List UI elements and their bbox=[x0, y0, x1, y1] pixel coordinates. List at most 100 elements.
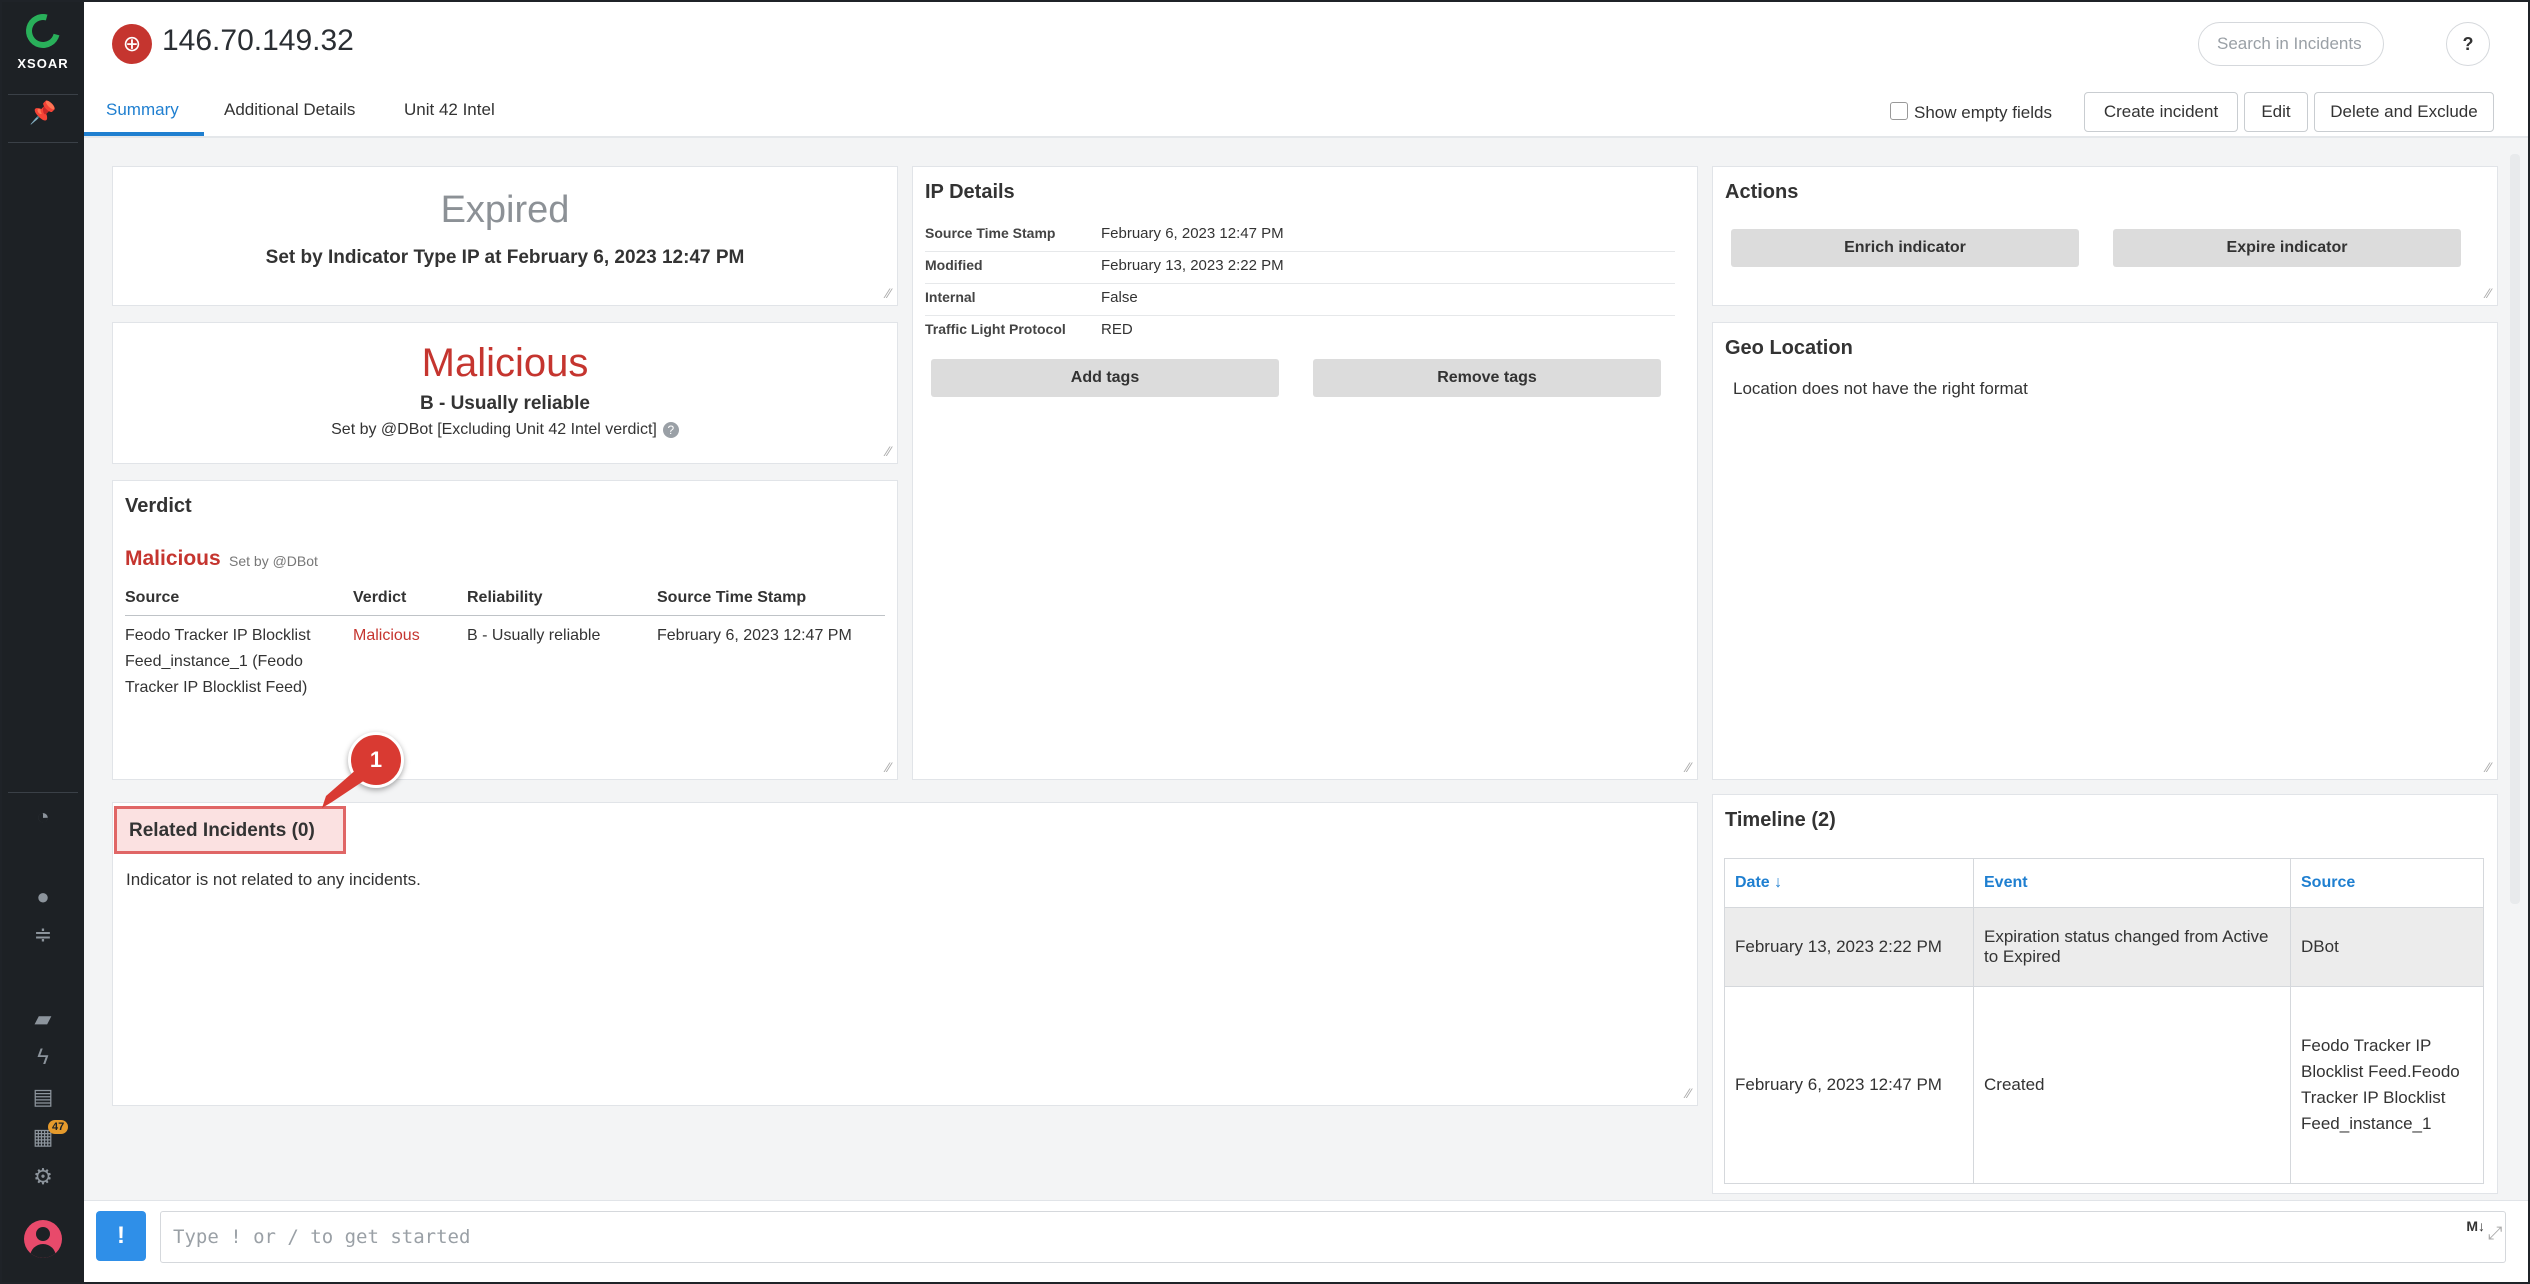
enrich-indicator-button[interactable]: Enrich indicator bbox=[1731, 229, 2079, 267]
xsoar-logo[interactable]: XSOAR bbox=[2, 7, 84, 71]
column-header-source[interactable]: Source bbox=[2290, 858, 2484, 908]
table-header-row: Date ↓ Event Source bbox=[1724, 858, 2484, 908]
field-value: RED bbox=[1101, 321, 1133, 338]
resize-handle-icon[interactable]: ⁄⁄ bbox=[2486, 285, 2491, 301]
markdown-toggle[interactable]: M↓ bbox=[2466, 1216, 2485, 1236]
field-label: Traffic Light Protocol bbox=[925, 321, 1066, 337]
help-button[interactable]: ? bbox=[2446, 22, 2490, 66]
resize-handle-icon[interactable]: ⁄⁄ bbox=[886, 443, 891, 459]
playbooks-icon[interactable]: ▰ bbox=[2, 1004, 84, 1034]
tab-summary[interactable]: Summary bbox=[106, 100, 179, 120]
sidebar-divider bbox=[8, 94, 78, 95]
ip-details-panel: IP Details Source Time Stamp February 6,… bbox=[912, 166, 1698, 780]
timeline-title: Timeline (2) bbox=[1725, 809, 1836, 831]
active-tab-indicator bbox=[84, 132, 204, 136]
expiration-detail: Set by Indicator Type IP at February 6, … bbox=[265, 247, 745, 268]
reputation-verdict: Malicious bbox=[421, 341, 589, 385]
tab-additional-details[interactable]: Additional Details bbox=[224, 100, 355, 120]
create-incident-button[interactable]: Create incident bbox=[2084, 92, 2238, 132]
callout-arrow-icon bbox=[322, 768, 368, 808]
expire-indicator-button[interactable]: Expire indicator bbox=[2113, 229, 2461, 267]
user-avatar-icon[interactable] bbox=[24, 1220, 62, 1258]
timeline-date: February 6, 2023 12:47 PM bbox=[1724, 986, 1974, 1184]
command-input[interactable]: Type ! or / to get started M↓ bbox=[160, 1211, 2506, 1263]
show-empty-fields-label: Show empty fields bbox=[1914, 103, 2052, 122]
logo-text: XSOAR bbox=[17, 56, 69, 71]
timeline-event: Created bbox=[1973, 986, 2291, 1184]
resize-handle-icon[interactable]: ⁄⁄ bbox=[1686, 1085, 1691, 1101]
verdict-row-verdict: Malicious bbox=[353, 627, 420, 644]
checkbox[interactable] bbox=[1890, 102, 1908, 120]
marketplace-icon[interactable]: ▦ bbox=[2, 1122, 84, 1152]
column-header-reliability: Reliability bbox=[467, 589, 543, 606]
timeline-source: DBot bbox=[2290, 907, 2484, 987]
field-value: False bbox=[1101, 289, 1138, 306]
incidents-icon[interactable]: ● bbox=[2, 882, 84, 912]
table-row[interactable]: February 13, 2023 2:22 PM Expiration sta… bbox=[1724, 907, 2484, 987]
actions-title: Actions bbox=[1725, 181, 1799, 203]
ip-detail-row: Modified February 13, 2023 2:22 PM bbox=[925, 251, 1675, 284]
reputation-panel: Malicious B - Usually reliable Set by @D… bbox=[112, 322, 898, 464]
timeline-date: February 13, 2023 2:22 PM bbox=[1724, 907, 1974, 987]
search-input[interactable]: Search in Incidents bbox=[2198, 22, 2384, 66]
add-tags-button[interactable]: Add tags bbox=[931, 359, 1279, 397]
header: ⊕ 146.70.149.32 Search in Incidents ? bbox=[84, 2, 2528, 87]
related-incidents-title: Related Incidents (0) bbox=[129, 820, 315, 841]
expiration-panel: Expired Set by Indicator Type IP at Febr… bbox=[112, 166, 898, 306]
field-label: Source Time Stamp bbox=[925, 225, 1056, 241]
field-label: Internal bbox=[925, 289, 976, 305]
resize-handle-icon[interactable]: ⁄⁄ bbox=[2486, 759, 2491, 775]
timeline-source: Feodo Tracker IP Blocklist Feed.Feodo Tr… bbox=[2290, 986, 2484, 1184]
tab-bar: Summary Additional Details Unit 42 Intel… bbox=[84, 86, 2528, 138]
xsoar-logo-icon bbox=[19, 7, 67, 55]
verdict-set-by: Set by @DBot bbox=[229, 553, 318, 569]
geo-title: Geo Location bbox=[1725, 337, 1853, 359]
indicators-icon[interactable]: ≑ bbox=[2, 920, 84, 950]
app-frame: XSOAR 📌 ◔ ● ≑ ▰ ϟ ▤ ▦ 47 ⚙ ⊕ 146.70.149.… bbox=[0, 0, 2530, 1284]
dashboard-gauge-icon[interactable]: ◔ bbox=[2, 802, 84, 832]
resize-handle-icon[interactable]: ⁄⁄ bbox=[886, 285, 891, 301]
question-icon[interactable]: ? bbox=[662, 422, 679, 438]
resize-handle-icon[interactable]: ⁄⁄ bbox=[886, 759, 891, 775]
table-row[interactable]: February 6, 2023 12:47 PM Created Feodo … bbox=[1724, 986, 2484, 1184]
timeline-event: Expiration status changed from Active to… bbox=[1973, 907, 2291, 987]
reputation-reliability: B - Usually reliable bbox=[419, 393, 590, 414]
resize-handle-icon[interactable]: ⁄⁄ bbox=[1686, 759, 1691, 775]
expiration-status: Expired bbox=[440, 189, 570, 231]
verdict-row-reliability: B - Usually reliable bbox=[467, 627, 601, 644]
ip-globe-icon: ⊕ bbox=[112, 24, 152, 64]
command-placeholder: Type ! or / to get started bbox=[173, 1226, 471, 1248]
expand-icon[interactable]: ⤢ bbox=[2488, 1223, 2502, 1244]
tab-unit42-intel[interactable]: Unit 42 Intel bbox=[404, 100, 495, 120]
related-incidents-highlight: Related Incidents (0) bbox=[114, 806, 346, 854]
remove-tags-button[interactable]: Remove tags bbox=[1313, 359, 1661, 397]
show-empty-fields-toggle[interactable]: Show empty fields bbox=[1890, 102, 2052, 123]
related-incidents-panel: ⁄⁄ bbox=[112, 802, 1698, 1106]
page-scrollbar[interactable] bbox=[2510, 154, 2520, 904]
ip-details-title: IP Details bbox=[925, 181, 1015, 203]
field-value: February 6, 2023 12:47 PM bbox=[1101, 225, 1284, 242]
pin-icon[interactable]: 📌 bbox=[2, 98, 84, 128]
edit-button[interactable]: Edit bbox=[2244, 92, 2308, 132]
sidebar: XSOAR 📌 ◔ ● ≑ ▰ ϟ ▤ ▦ 47 ⚙ bbox=[2, 2, 84, 1282]
geo-message: Location does not have the right format bbox=[1733, 379, 2028, 398]
field-label: Modified bbox=[925, 257, 983, 273]
column-header-event[interactable]: Event bbox=[1973, 858, 2291, 908]
column-header-source: Source bbox=[125, 589, 180, 606]
settings-gear-icon[interactable]: ⚙ bbox=[2, 1162, 84, 1192]
sidebar-divider bbox=[8, 142, 78, 143]
column-header-date[interactable]: Date ↓ bbox=[1724, 858, 1974, 908]
verdict-value: Malicious bbox=[125, 547, 221, 570]
verdict-title: Verdict bbox=[125, 495, 192, 517]
command-trigger-button[interactable]: ! bbox=[96, 1211, 146, 1261]
field-value: February 13, 2023 2:22 PM bbox=[1101, 257, 1284, 274]
automation-icon[interactable]: ϟ bbox=[2, 1042, 84, 1072]
jobs-icon[interactable]: ▤ bbox=[2, 1082, 84, 1112]
related-incidents-message: Indicator is not related to any incident… bbox=[126, 870, 421, 889]
column-header-timestamp: Source Time Stamp bbox=[657, 589, 807, 606]
table-divider bbox=[125, 615, 885, 616]
sidebar-divider bbox=[8, 792, 78, 793]
actions-panel: Actions Enrich indicator Expire indicato… bbox=[1712, 166, 2498, 306]
delete-exclude-button[interactable]: Delete and Exclude bbox=[2314, 92, 2494, 132]
verdict-row-source: Feodo Tracker IP Blocklist Feed_instance… bbox=[125, 627, 311, 696]
